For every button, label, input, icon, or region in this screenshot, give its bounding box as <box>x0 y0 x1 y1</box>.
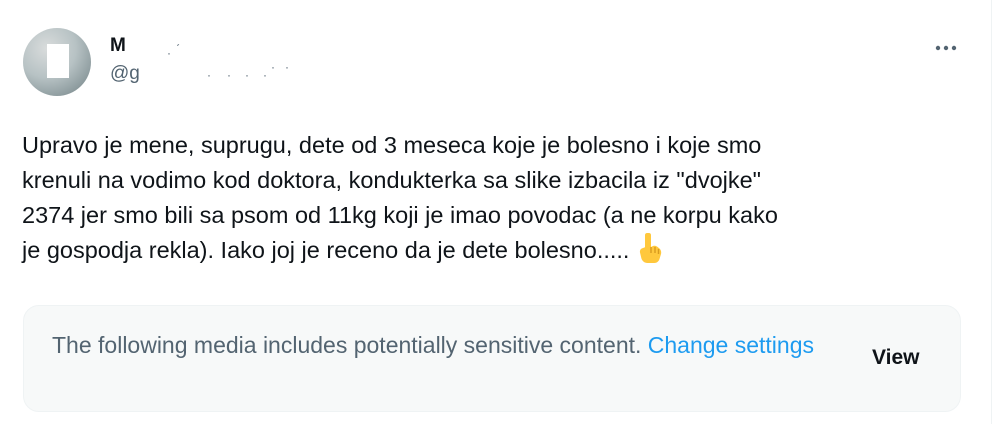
tweet-card: M @g · ˊ · · · · ·· Upravo je mene, supr… <box>0 0 1000 424</box>
sensitive-notice-text: The following media includes potentially… <box>52 328 832 362</box>
tweet-body: Upravo je mene, suprugu, dete od 3 mesec… <box>22 132 778 263</box>
sensitive-media-notice: The following media includes potentially… <box>23 305 961 412</box>
view-button[interactable]: View <box>872 344 919 372</box>
divider <box>991 0 992 424</box>
tweet-text: Upravo je mene, suprugu, dete od 3 mesec… <box>22 128 942 273</box>
redaction-mark <box>47 44 69 78</box>
avatar[interactable] <box>23 28 91 96</box>
sensitive-message: The following media includes potentially… <box>52 332 642 358</box>
change-settings-link[interactable]: Change settings <box>648 332 814 358</box>
redaction-marks: · ˊ · · · · ·· <box>167 42 299 82</box>
more-options-button[interactable] <box>928 30 964 66</box>
backhand-index-pointing-down-icon <box>637 233 663 273</box>
more-horizontal-icon <box>935 45 957 51</box>
